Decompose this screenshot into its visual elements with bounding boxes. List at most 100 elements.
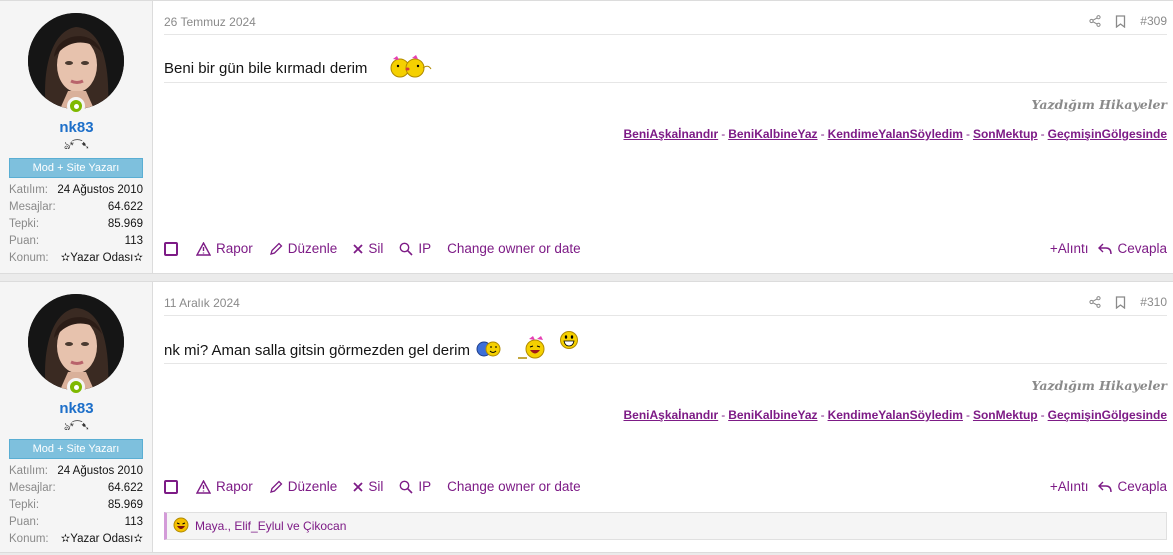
delete-button[interactable]: Sil: [353, 479, 383, 494]
signature-divider: [164, 82, 1167, 83]
edit-label: Düzenle: [287, 241, 338, 256]
stat-value: 113: [124, 516, 143, 528]
reply-icon: [1098, 243, 1113, 254]
signature-links: BeniAşkaİnandır - BeniKalbineYaz - KendimeYa…: [623, 408, 1167, 422]
bookmark-icon[interactable]: [1115, 14, 1126, 28]
post-date[interactable]: 11 Aralık 2024: [164, 296, 240, 310]
sleepy-smiley-icon: [475, 338, 503, 362]
laughing-smiley-icon: [517, 335, 549, 365]
bookmark-icon[interactable]: [1115, 295, 1126, 309]
select-checkbox[interactable]: [164, 479, 178, 494]
post-actions: Rapor Düzenle Sil IP Change owner or dat…: [164, 241, 1167, 256]
signature-link[interactable]: SonMektup: [973, 127, 1038, 141]
change-owner-button[interactable]: Change owner or date: [447, 241, 581, 256]
signature-link[interactable]: GeçmişinGölgesinde: [1048, 408, 1167, 422]
pencil-icon: [269, 242, 283, 255]
post-date[interactable]: 26 Temmuz 2024: [164, 15, 256, 29]
report-label: Rapor: [216, 479, 253, 494]
signature-link[interactable]: BeniKalbineYaz: [728, 408, 817, 422]
user-title-glyphs: ঌ*⁀➷: [64, 140, 90, 152]
signature-divider: [164, 363, 1167, 364]
pencil-icon: [269, 480, 283, 493]
username[interactable]: nk83: [0, 400, 153, 417]
signature-link[interactable]: BeniKalbineYaz: [728, 127, 817, 141]
reply-button[interactable]: Cevapla: [1098, 241, 1167, 256]
ip-label: IP: [418, 241, 432, 256]
signature-link[interactable]: KendimeYalanSöyledim: [828, 127, 963, 141]
stat-label: Mesajlar:: [9, 201, 56, 213]
reply-label: Cevapla: [1117, 241, 1167, 256]
quote-button[interactable]: +Alıntı: [1050, 241, 1089, 256]
change-owner-button[interactable]: Change owner or date: [447, 479, 581, 494]
laughing-icon: [173, 517, 189, 536]
delete-label: Sil: [368, 241, 384, 256]
search-icon: [399, 242, 413, 256]
signature-link[interactable]: SonMektup: [973, 408, 1038, 422]
ip-button[interactable]: IP: [399, 479, 431, 494]
quote-label: +Alıntı: [1049, 241, 1089, 256]
stat-label: Konum:: [9, 252, 49, 264]
search-icon: [399, 480, 413, 494]
post-message: nk mi? Aman salla gitsin görmezden gel d…: [164, 331, 579, 365]
user-panel: nk83 ঌ*⁀➷ Mod + Site Yazarı Katılım: 24 A…: [0, 1, 153, 273]
reactions-text[interactable]: Maya., Elif_Eylul ve Çikocan: [195, 519, 346, 533]
report-button[interactable]: Rapor: [196, 241, 253, 256]
quote-button[interactable]: +Alıntı: [1050, 479, 1089, 494]
reply-label: Cevapla: [1117, 479, 1167, 494]
close-icon: [353, 243, 363, 254]
stat-value: 113: [124, 235, 143, 247]
grinning-smiley-icon: [559, 330, 579, 354]
stat-label: Puan:: [9, 516, 40, 528]
post-309: nk83 ঌ*⁀➷ Mod + Site Yazarı Katılım: 24 A…: [0, 0, 1173, 274]
signature-link[interactable]: KendimeYalanSöyledim: [828, 408, 963, 422]
user-panel: nk83 ঌ*⁀➷ Mod + Site Yazarı Katılım: 24 A…: [0, 282, 153, 552]
reactions-bar[interactable]: Maya., Elif_Eylul ve Çikocan: [164, 512, 1167, 540]
change-owner-label: Change owner or date: [447, 241, 581, 256]
signature-link[interactable]: GeçmişinGölgesinde: [1048, 127, 1167, 141]
stat-label: Tepki:: [9, 499, 40, 511]
change-owner-label: Change owner or date: [447, 479, 581, 494]
select-checkbox[interactable]: [164, 241, 178, 256]
ip-button[interactable]: IP: [399, 241, 431, 256]
delete-label: Sil: [368, 479, 384, 494]
ip-label: IP: [418, 479, 432, 494]
stat-label: Tepki:: [9, 218, 40, 230]
signature-title: Yazdığım Hikayeler: [1031, 378, 1167, 393]
share-icon[interactable]: [1089, 15, 1101, 27]
online-status-indicator: [67, 378, 85, 396]
stat-label: Puan:: [9, 235, 40, 247]
user-title-glyphs: ঌ*⁀➷: [64, 421, 90, 433]
stat-value: ✫Yazar Odası✫: [60, 533, 143, 545]
report-button[interactable]: Rapor: [196, 479, 253, 494]
stat-label: Katılım:: [9, 465, 48, 477]
stat-value: 85.969: [107, 218, 143, 230]
post-actions: Rapor Düzenle Sil IP Change owner or dat…: [164, 479, 1167, 494]
reply-icon: [1098, 481, 1113, 492]
post-310: nk83 ঌ*⁀➷ Mod + Site Yazarı Katılım: 24 A…: [0, 281, 1173, 553]
user-stats: Katılım: 24 Ağustos 2010 Mesajlar: 64.622 …: [9, 182, 143, 267]
edit-button[interactable]: Düzenle: [269, 479, 337, 494]
stat-value: 85.969: [107, 499, 143, 511]
signature-links: BeniAşkaİnandır - BeniKalbineYaz - KendimeYa…: [623, 127, 1167, 141]
signature-link[interactable]: BeniAşkaİnandır: [623, 408, 718, 422]
delete-button[interactable]: Sil: [353, 241, 383, 256]
edit-button[interactable]: Düzenle: [269, 241, 338, 256]
message-text: Beni bir gün bile kırmadı derim: [164, 59, 368, 77]
username[interactable]: nk83: [0, 119, 153, 136]
share-icon[interactable]: [1089, 296, 1101, 308]
stat-value: ✫Yazar Odası✫: [60, 252, 143, 264]
stat-value: 64.622: [107, 482, 143, 494]
post-number[interactable]: #310: [1140, 295, 1167, 309]
stat-label: Katılım:: [9, 184, 48, 196]
user-banner: Mod + Site Yazarı: [9, 158, 143, 178]
divider: [164, 315, 1167, 316]
stat-label: Mesajlar:: [9, 482, 56, 494]
kissing-smileys-icon: [387, 54, 433, 82]
avatar[interactable]: [28, 13, 124, 109]
avatar[interactable]: [28, 294, 124, 390]
post-number[interactable]: #309: [1140, 14, 1167, 28]
signature-link[interactable]: BeniAşkaİnandır: [623, 127, 718, 141]
post-body: 11 Aralık 2024 #310 nk mi? Aman salla gi…: [153, 282, 1173, 552]
stat-label: Konum:: [9, 533, 49, 545]
reply-button[interactable]: Cevapla: [1098, 479, 1167, 494]
